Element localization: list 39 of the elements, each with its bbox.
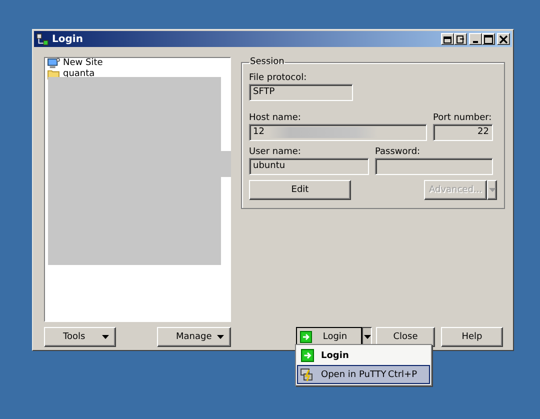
- site-item[interactable]: quanta: [63, 69, 95, 80]
- menu-item[interactable]: Login: [297, 346, 430, 365]
- port-field[interactable]: 22: [433, 124, 493, 141]
- protocol-field[interactable]: SFTP: [249, 84, 353, 101]
- group-title: Session: [249, 57, 286, 67]
- maximize-button[interactable]: [482, 33, 495, 45]
- field-label: Host name:: [249, 113, 302, 124]
- window-title: Login: [52, 34, 83, 44]
- computer-icon: [47, 58, 60, 69]
- field-label: User name:: [249, 147, 302, 158]
- window-icon: [443, 34, 452, 44]
- computer-bolt-icon: [300, 368, 314, 382]
- close-button[interactable]: [497, 33, 510, 45]
- caret-icon: [217, 335, 224, 339]
- host-field[interactable]: 12: [249, 124, 427, 141]
- site-item[interactable]: New Site: [63, 58, 103, 69]
- help-button[interactable]: Help: [441, 327, 503, 347]
- window-option-button[interactable]: [441, 33, 454, 45]
- field-label: Password:: [375, 147, 422, 158]
- window-option-button[interactable]: [454, 33, 467, 45]
- caret-icon: [488, 188, 496, 192]
- site-list[interactable]: New Site quanta: [44, 57, 231, 322]
- field-label: Port number:: [433, 113, 493, 124]
- caret-icon: [364, 335, 370, 339]
- login-icon: [300, 349, 314, 362]
- caret-icon: [102, 335, 109, 339]
- dropdown-button[interactable]: Tools: [44, 327, 116, 347]
- maximize-icon: [484, 34, 493, 44]
- page-icon: [456, 34, 465, 44]
- minimize-button[interactable]: [469, 33, 482, 45]
- dropdown-button[interactable]: Manage: [157, 327, 231, 347]
- network-icon: [36, 32, 49, 46]
- password-field[interactable]: [375, 158, 493, 175]
- field-label: File protocol:: [249, 73, 308, 84]
- menu-item[interactable]: Open in PuTTY Ctrl+P: [297, 365, 430, 384]
- minimize-icon: [473, 40, 478, 42]
- edit-button[interactable]: Edit: [249, 180, 351, 200]
- close-icon: [499, 34, 508, 44]
- username-field[interactable]: ubuntu: [249, 158, 369, 175]
